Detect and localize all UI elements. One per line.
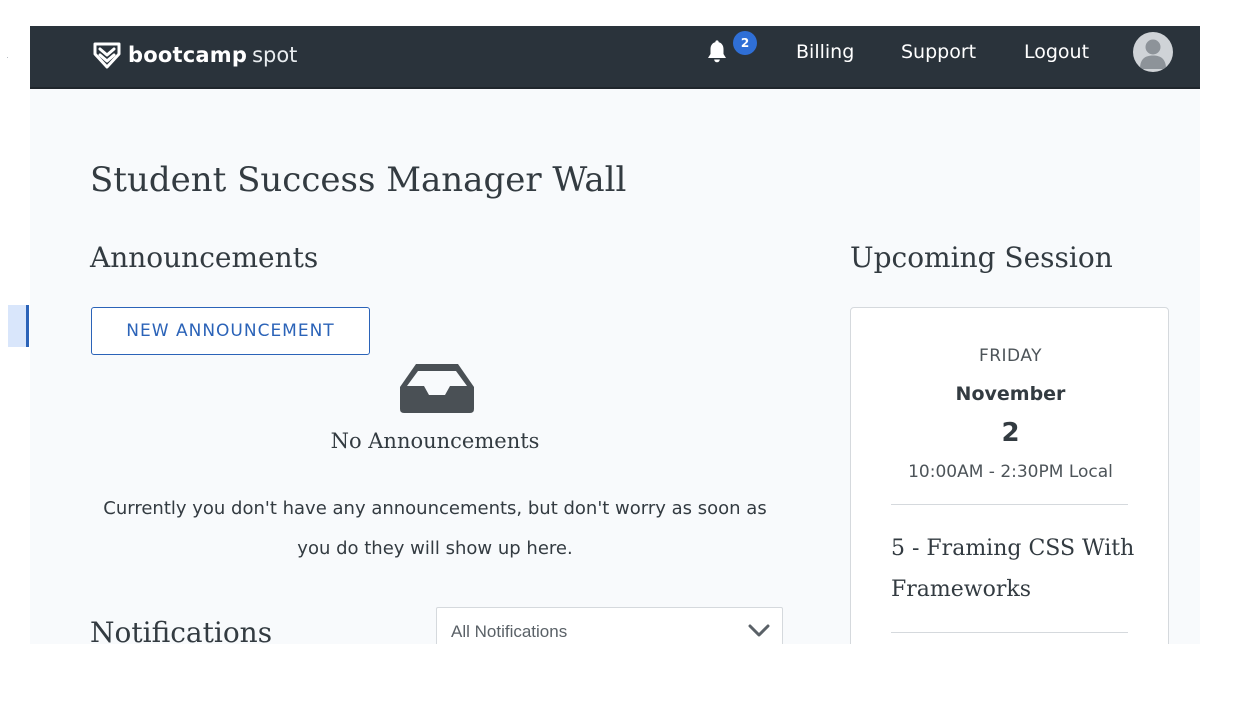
edge-accent-bar [26,305,29,347]
edge-accent [8,305,28,347]
no-announcements-title: No Announcements [330,429,540,453]
user-avatar-icon [1140,39,1166,69]
notifications-filter-value: All Notifications [451,622,568,641]
no-announcements-text: Currently you don't have any announcemen… [103,498,767,559]
user-avatar[interactable] [1133,32,1173,72]
notification-count-badge[interactable]: 2 [733,31,757,55]
session-date: 2 [1001,418,1020,448]
brand-logo[interactable]: bootcamp spot [92,39,297,71]
session-topic[interactable]: 5 - Framing CSS With Frameworks [891,528,1141,610]
new-announcement-button[interactable]: NEW ANNOUNCEMENT [91,307,370,355]
nav-logout-link[interactable]: Logout [1024,39,1089,65]
brand-name-light: spot [252,43,298,67]
edge-dot [7,57,8,58]
app-window: bootcamp spot 2 Billing Support Logout S… [30,26,1200,644]
session-day: FRIDAY [978,346,1043,366]
page-title: Student Success Manager Wall [90,160,627,200]
bootcampspot-chevron-shield-icon [93,42,121,69]
brand-name-bold: bootcamp [128,43,248,67]
upcoming-session-card[interactable]: FRIDAY November 2 10:00AM - 2:30PM Local… [850,307,1169,644]
nav-billing-link[interactable]: Billing [796,39,854,65]
top-navbar: bootcamp spot 2 Billing Support Logout [30,26,1200,89]
nav-support-link[interactable]: Support [901,39,976,65]
inbox-tray-icon [400,364,474,413]
notifications-heading: Notifications [90,616,273,644]
chevron-down-icon [748,624,770,637]
notifications-filter-select[interactable]: All Notifications [436,607,783,644]
session-month: November [955,383,1066,405]
session-divider [891,504,1128,505]
bell-icon[interactable] [704,39,730,65]
announcements-heading: Announcements [90,241,319,274]
session-divider [891,632,1128,633]
session-time: 10:00AM - 2:30PM Local [908,462,1113,482]
upcoming-session-heading: Upcoming Session [850,241,1113,274]
